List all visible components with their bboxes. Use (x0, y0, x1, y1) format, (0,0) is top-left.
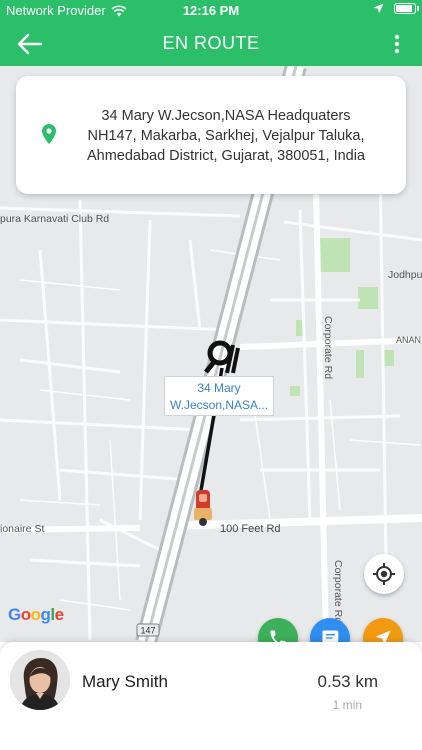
vehicle-marker-icon (194, 490, 212, 526)
crosshair-icon (373, 563, 395, 585)
park-area (320, 238, 350, 272)
park-area (356, 350, 364, 378)
google-logo: Google (8, 605, 64, 624)
eta-value: 1 min (332, 698, 362, 712)
driver-name: Mary Smith (82, 672, 168, 691)
park-area (384, 350, 394, 366)
status-bar: Network Provider 12:16 PM (0, 0, 422, 22)
map-label-corporate-rd: Corporate Rd (322, 316, 334, 379)
marker-callout-line: 34 Mary (197, 381, 241, 395)
app-bar: EN ROUTE (0, 22, 422, 66)
destination-address: 34 Mary W.Jecson,NASA Headquaters NH147,… (76, 106, 376, 166)
highway-badge-label: 147 (140, 626, 155, 636)
more-menu-button[interactable] (394, 34, 400, 54)
person-photo-icon (10, 650, 70, 710)
avatar[interactable] (10, 650, 70, 710)
address-line: Ahmedabad District, Gujarat, 380051, Ind… (86, 148, 366, 164)
location-arrow-icon (373, 3, 384, 14)
map-label-corporate-rd: Corporate Rd (332, 560, 344, 623)
marker-callout-line: W.Jecson,NASA... (169, 398, 269, 412)
driver-info-panel: Mary Smith 0.53 km 1 min (0, 642, 422, 750)
map-label-feet-rd: 100 Feet Rd (220, 523, 281, 535)
map-label-club-rd: pura Karnavati Club Rd (0, 213, 109, 225)
distance-value: 0.53 km (317, 672, 378, 691)
marker-callout[interactable]: 34 Mary W.Jecson,NASA... (164, 376, 274, 416)
park-area (358, 287, 378, 309)
battery-icon (394, 3, 419, 14)
map-label-anand: ANAN (396, 335, 421, 345)
status-time: 12:16 PM (182, 3, 240, 18)
more-vertical-icon (394, 34, 400, 54)
page-title: EN ROUTE (162, 33, 260, 53)
map-label-jodhpur: Jodhpu (388, 269, 422, 281)
park-area (290, 386, 300, 396)
destination-address-card[interactable]: 34 Mary W.Jecson,NASA Headquaters NH147,… (16, 76, 406, 194)
address-line: 34 Mary W.Jecson,NASA Headquaters (101, 108, 351, 124)
my-location-button[interactable] (364, 554, 404, 594)
location-pin-icon (42, 124, 56, 144)
map-label-millionaire-st: ionaire St (0, 523, 44, 535)
address-line: NH147, Makarba, Sarkhej, Vejalpur Taluka… (87, 128, 365, 144)
